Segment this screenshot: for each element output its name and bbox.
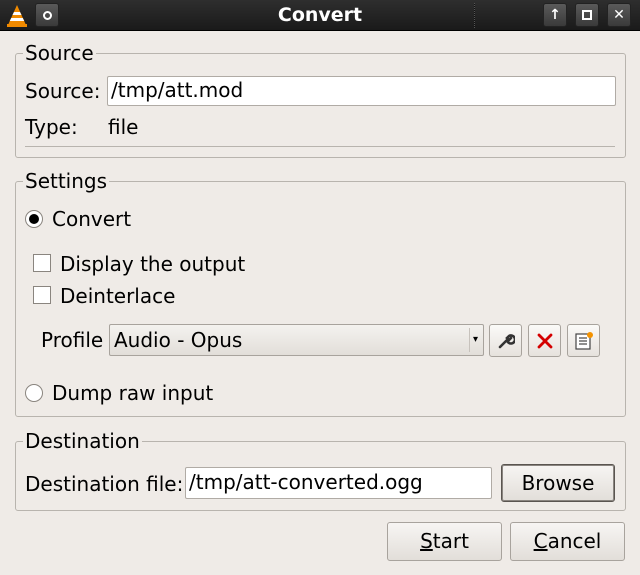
edit-profile-button[interactable]	[489, 324, 522, 357]
type-label: Type:	[25, 115, 78, 139]
destination-group-title: Destination	[23, 429, 142, 453]
display-output-checkbox[interactable]	[33, 254, 51, 272]
close-icon: ✕	[613, 7, 625, 23]
display-output-label[interactable]: Display the output	[60, 252, 245, 276]
cancel-accel: C	[533, 529, 548, 553]
start-button[interactable]: Start	[387, 522, 502, 561]
maximize-button[interactable]	[575, 3, 599, 27]
new-profile-icon	[574, 331, 593, 350]
settings-group-title: Settings	[23, 169, 110, 193]
cancel-button[interactable]: Cancel	[510, 522, 625, 561]
title-bar: Convert ↑ ✕	[0, 0, 640, 31]
convert-radio[interactable]	[25, 210, 43, 228]
type-value: file	[108, 115, 139, 139]
profile-select[interactable]: Audio - Opus ▾	[109, 324, 484, 356]
delete-profile-button[interactable]	[528, 324, 561, 357]
keep-above-button[interactable]: ↑	[543, 3, 567, 27]
wrench-icon	[498, 333, 515, 348]
start-label: tart	[432, 529, 469, 553]
maximize-icon	[582, 10, 592, 20]
chevron-down-icon: ▾	[469, 328, 481, 352]
source-input[interactable]: /tmp/att.mod	[107, 76, 616, 106]
convert-label[interactable]: Convert	[52, 207, 131, 231]
profile-select-value: Audio - Opus	[114, 328, 243, 352]
source-label: Source:	[25, 79, 101, 103]
destination-file-input[interactable]: /tmp/att-converted.ogg	[185, 467, 492, 499]
profile-label: Profile	[41, 328, 104, 352]
close-button[interactable]: ✕	[607, 3, 631, 27]
start-accel: S	[420, 529, 433, 553]
arrow-up-icon: ↑	[549, 7, 561, 23]
cancel-label: ancel	[547, 529, 602, 553]
dump-raw-label[interactable]: Dump raw input	[52, 381, 213, 405]
deinterlace-label[interactable]: Deinterlace	[60, 284, 175, 308]
source-group-title: Source	[23, 41, 96, 65]
source-separator	[25, 146, 615, 147]
new-profile-button[interactable]	[567, 324, 600, 357]
destination-file-label: Destination file:	[25, 472, 184, 496]
dump-raw-radio[interactable]	[25, 384, 43, 402]
deinterlace-checkbox[interactable]	[33, 286, 51, 304]
delete-icon	[537, 333, 552, 348]
browse-button[interactable]: Browse	[501, 464, 615, 502]
